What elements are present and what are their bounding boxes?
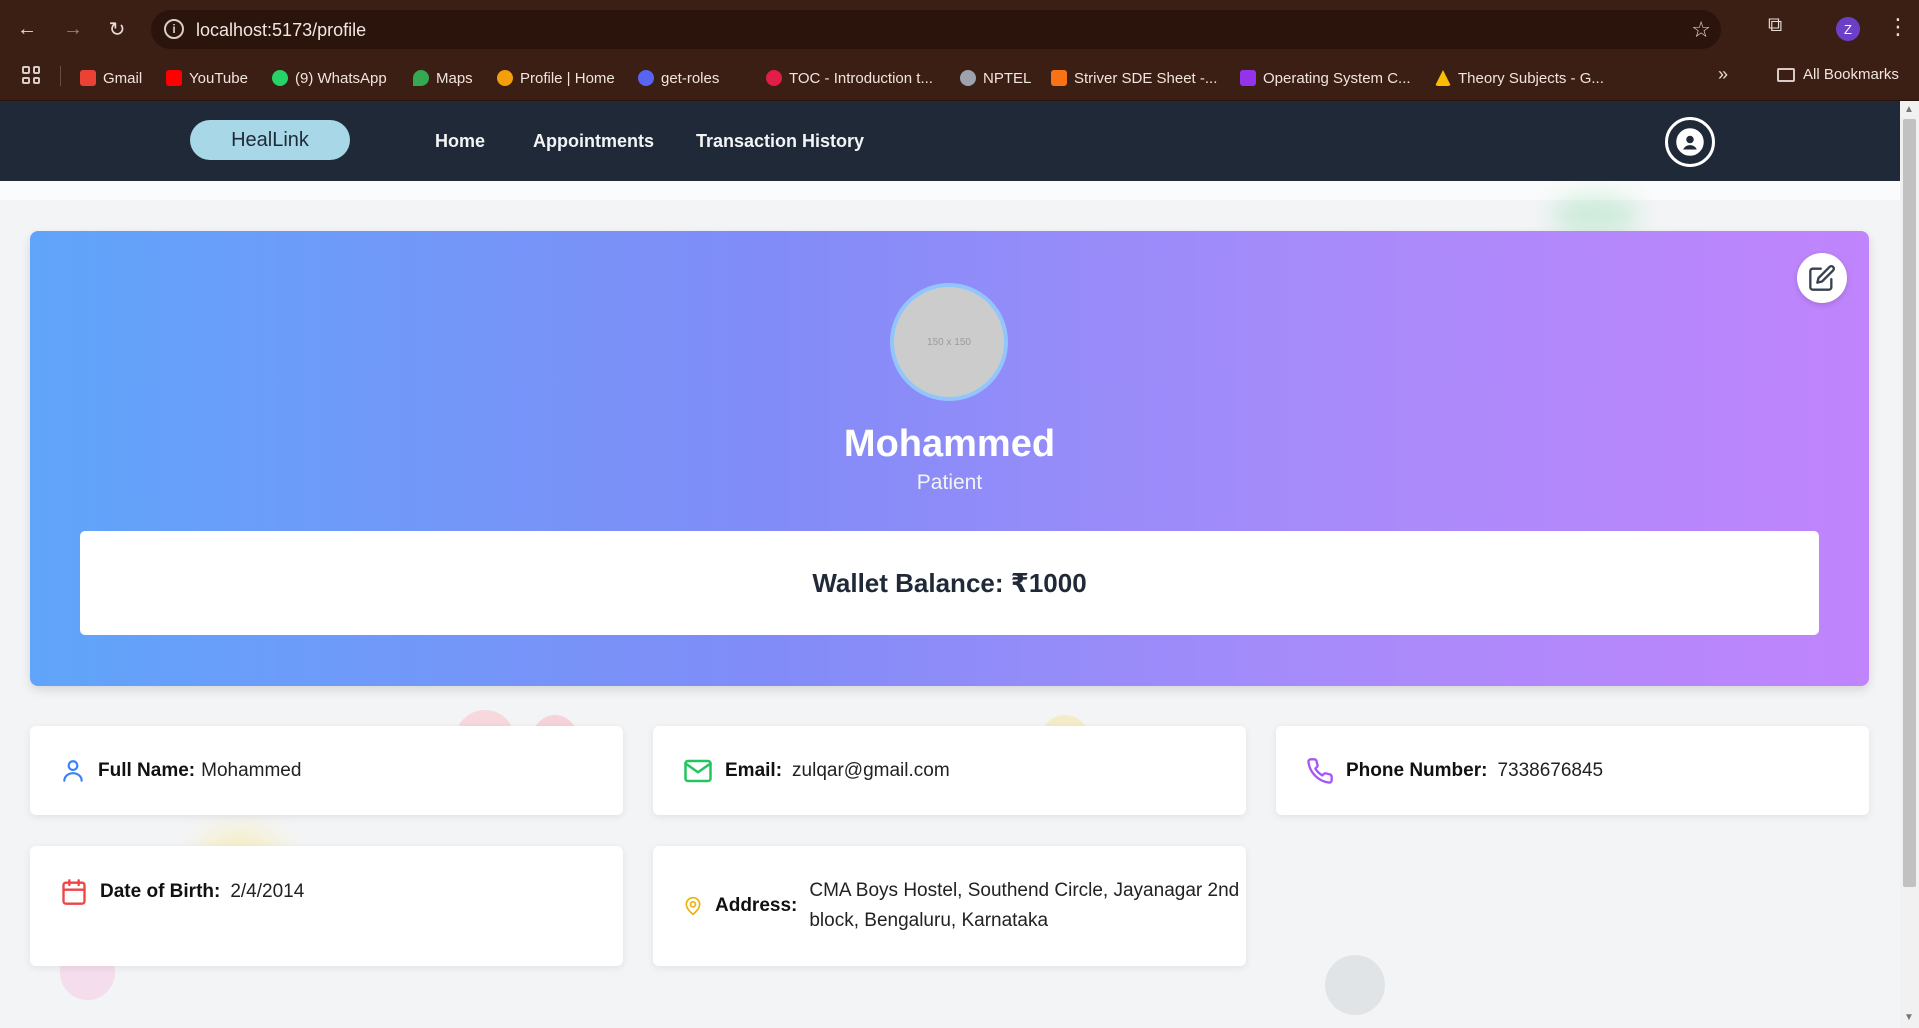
extensions-icon[interactable]: ⧉ [1768,14,1794,40]
full-name-value: Mohammed [201,759,302,781]
back-icon[interactable]: ← [12,14,42,44]
striver-icon [1051,70,1067,86]
app-navbar: HealLink Home Appointments Transaction H… [0,101,1900,181]
bookmark-label: TOC - Introduction t... [789,69,933,87]
full-name-card: Full Name: Mohammed [30,726,623,815]
email-card: Email: zulqar@gmail.com [653,726,1246,815]
maps-icon [413,70,429,86]
bookmark-maps[interactable]: Maps [413,67,473,89]
browser-toolbar: ← → ↻ i localhost:5173/profile ☆ ⧉ Z ⋮ [0,0,1919,59]
bookmark-label: Gmail [103,69,143,87]
bookmark-operating-system[interactable]: Operating System C... [1240,67,1411,89]
nav-appointments[interactable]: Appointments [533,131,654,152]
profile-header-card: 150 x 150 Mohammed Patient Wallet Balanc… [30,231,1869,686]
bookmark-toc[interactable]: TOC - Introduction t... [766,67,933,89]
profile-home-icon [497,70,513,86]
mail-icon [684,759,712,782]
page-scrollbar[interactable]: ▲ ▼ [1900,101,1919,1028]
gmail-icon [80,70,96,86]
bookmark-get-roles[interactable]: get-roles [638,67,719,89]
avatar-placeholder-text: 150 x 150 [927,336,971,348]
dob-card: Date of Birth: 2/4/2014 [30,846,623,966]
background-decoration [1325,955,1385,1015]
toc-icon [766,70,782,86]
bookmarks-divider [60,66,61,86]
background-decoration [1550,195,1640,235]
profile-role: Patient [916,471,983,494]
reload-icon[interactable]: ↻ [102,14,132,44]
app-logo[interactable]: HealLink [190,120,350,160]
discord-icon [638,70,654,86]
address-bar[interactable]: i localhost:5173/profile ☆ [151,10,1721,49]
bookmark-label: get-roles [661,69,720,87]
edit-icon [1809,265,1835,291]
site-info-icon[interactable]: i [164,19,184,39]
bookmark-star-icon[interactable]: ☆ [1691,17,1711,43]
bookmark-youtube[interactable]: YouTube [166,67,248,89]
apps-icon[interactable] [22,66,40,84]
bookmark-profile-home[interactable]: Profile | Home [497,67,615,89]
scroll-down-icon[interactable]: ▼ [1904,1012,1914,1023]
browser-profile-avatar[interactable]: Z [1836,17,1860,41]
scroll-up-icon[interactable]: ▲ [1904,104,1914,115]
bookmark-label: YouTube [189,69,248,87]
address-label: Address: [715,895,798,916]
profile-name: Mohammed [843,423,1056,465]
address-value: CMA Boys Hostel, Southend Circle, Jayana… [809,880,1240,931]
calendar-icon [62,879,86,905]
profile-avatar: 150 x 150 [890,283,1008,401]
monitor-icon [1240,70,1256,86]
email-label: Email: [725,759,783,781]
folder-icon [1777,67,1795,82]
url-text[interactable]: localhost:5173/profile [196,20,366,41]
browser-menu-icon[interactable]: ⋮ [1887,14,1909,40]
bookmark-label: Striver SDE Sheet -... [1074,69,1218,87]
bookmark-nptel[interactable]: NPTEL [960,67,1031,89]
nav-home[interactable]: Home [435,131,485,152]
phone-icon [1307,757,1333,784]
globe-icon [960,70,976,86]
bookmark-label: Theory Subjects - G... [1458,69,1604,87]
bookmark-label: Maps [436,69,473,87]
phone-value: 7338676845 [1497,759,1604,781]
email-value: zulqar@gmail.com [792,759,950,781]
user-account-icon[interactable] [1665,117,1715,167]
bookmark-theory-subjects[interactable]: Theory Subjects - G... [1435,67,1604,89]
address-card: Address: CMA Boys Hostel, Southend Circl… [653,846,1246,966]
youtube-icon [166,70,182,86]
map-pin-icon [685,896,701,916]
bookmark-label: Operating System C... [1263,69,1411,87]
bookmark-label: NPTEL [983,69,1032,87]
phone-card: Phone Number: 7338676845 [1276,726,1869,815]
bookmark-whatsapp[interactable]: (9) WhatsApp [272,67,387,89]
bookmark-label: Profile | Home [520,69,615,87]
scroll-thumb[interactable] [1903,119,1916,887]
bookmark-label: (9) WhatsApp [295,69,387,87]
bookmark-striver[interactable]: Striver SDE Sheet -... [1051,67,1217,89]
dob-label: Date of Birth: [100,881,221,902]
bookmark-gmail[interactable]: Gmail [80,67,142,89]
whatsapp-icon [272,70,288,86]
all-bookmarks-label: All Bookmarks [1803,66,1899,83]
phone-label: Phone Number: [1346,759,1488,781]
full-name-label: Full Name: [98,759,196,781]
more-bookmarks-icon[interactable]: » [1718,64,1728,85]
wallet-balance: Wallet Balance: ₹1000 [80,531,1819,635]
user-icon [63,759,83,782]
nav-transaction-history[interactable]: Transaction History [696,131,864,152]
all-bookmarks[interactable]: All Bookmarks [1777,66,1899,83]
dob-value: 2/4/2014 [230,881,305,902]
edit-profile-button[interactable] [1797,253,1847,303]
drive-icon [1435,70,1451,86]
forward-icon[interactable]: → [58,14,88,44]
